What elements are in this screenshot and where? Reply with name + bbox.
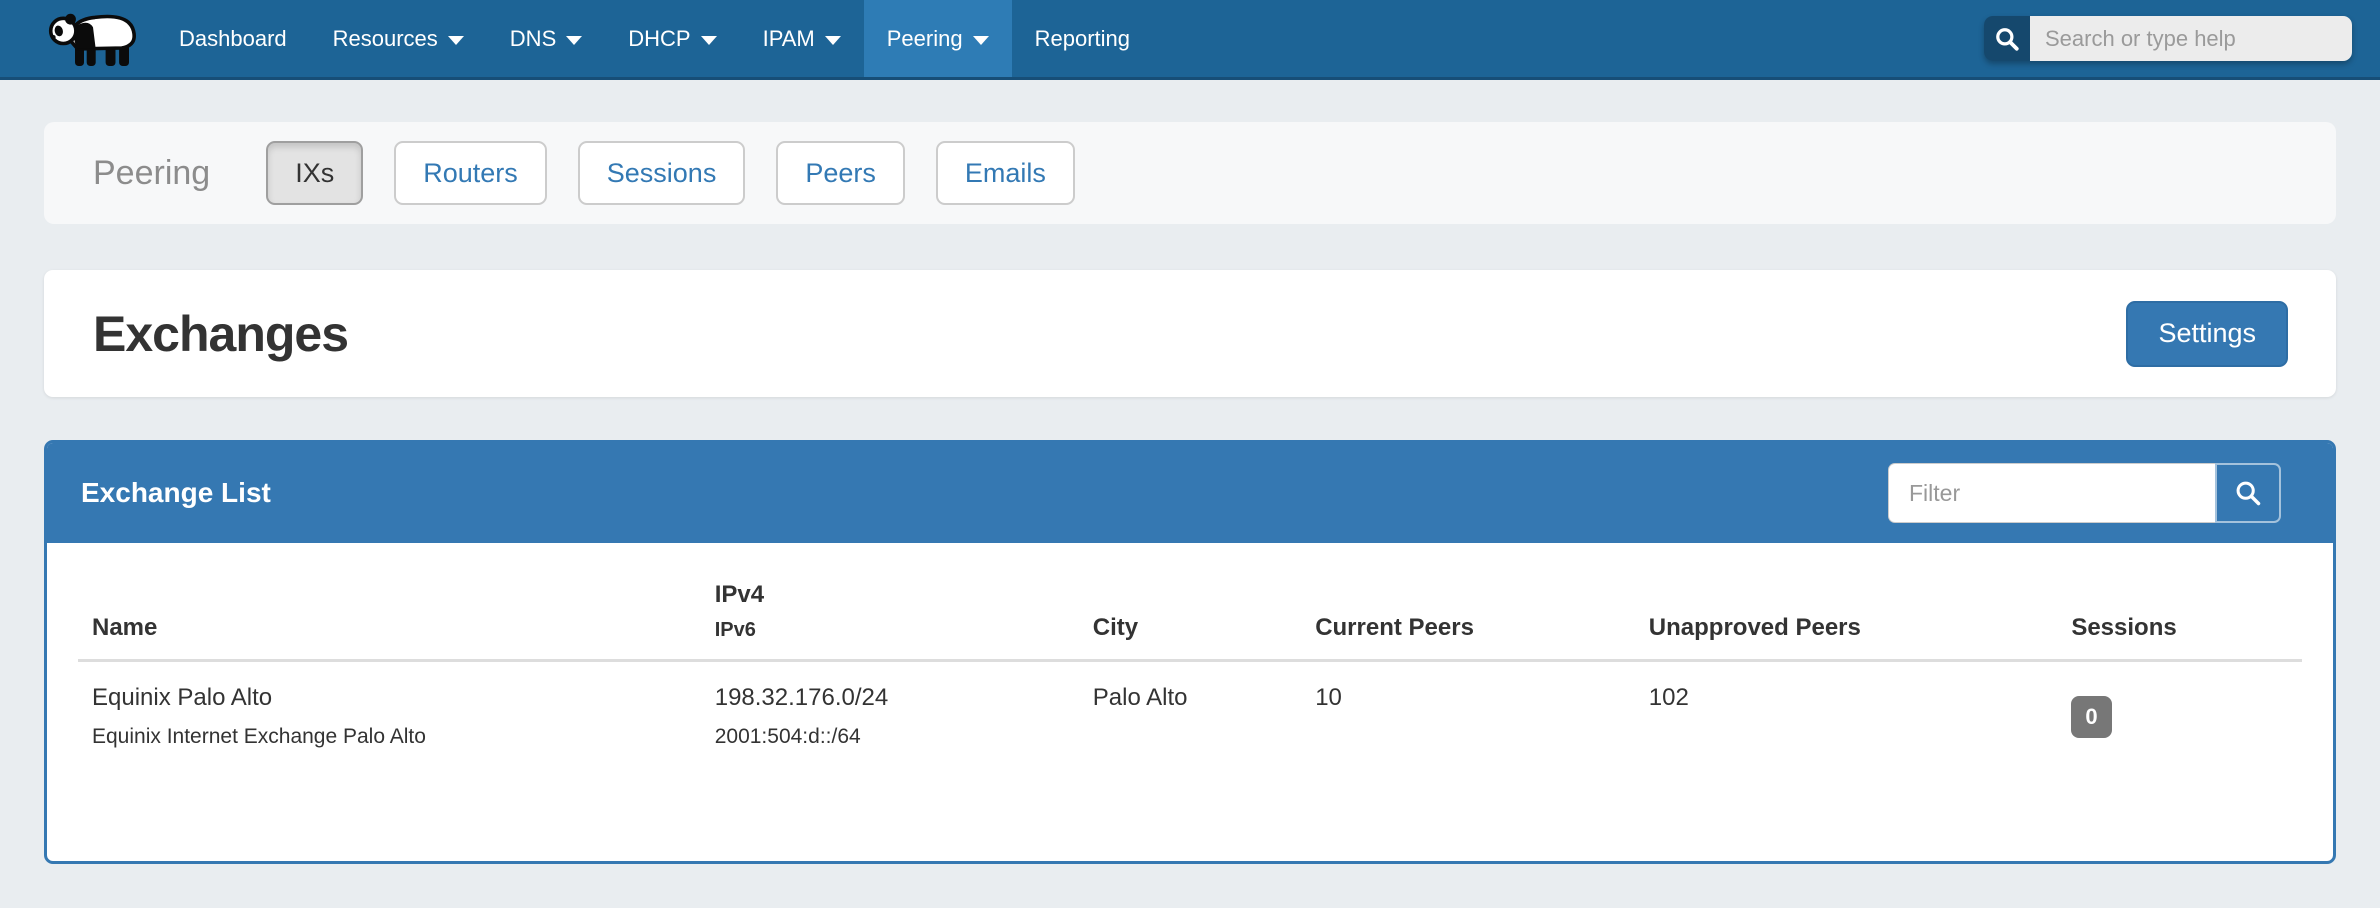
search-icon: [1994, 26, 2020, 52]
nav-item-resources[interactable]: Resources: [310, 0, 487, 77]
cell-ip: 198.32.176.0/24 2001:504:d::/64: [701, 661, 1079, 760]
column-header-current-peers: Current Peers: [1301, 567, 1635, 661]
nav-item-dns[interactable]: DNS: [487, 0, 605, 77]
nav-label: DHCP: [628, 26, 690, 52]
emails-button[interactable]: Emails: [936, 141, 1075, 205]
exchange-list-panel: Exchange List Name IPv4 I: [44, 440, 2336, 864]
column-header-ipv4: IPv4: [715, 581, 1065, 609]
sessions-button[interactable]: Sessions: [578, 141, 746, 205]
chevron-down-icon: [701, 36, 717, 45]
panel-title: Exchange List: [81, 477, 271, 509]
exchange-ipv6: 2001:504:d::/64: [715, 725, 1065, 749]
peers-button[interactable]: Peers: [776, 141, 905, 205]
chevron-down-icon: [973, 36, 989, 45]
column-header-ipv6: IPv6: [715, 619, 1065, 642]
nav-label: DNS: [510, 26, 556, 52]
routers-button[interactable]: Routers: [394, 141, 547, 205]
column-header-name: Name: [78, 567, 701, 661]
column-header-sessions: Sessions: [2057, 567, 2302, 661]
nav-item-peering[interactable]: Peering: [864, 0, 1012, 77]
filter-input[interactable]: [1888, 463, 2215, 523]
ixs-button[interactable]: IXs: [266, 141, 363, 205]
table-row[interactable]: Equinix Palo Alto Equinix Internet Excha…: [78, 661, 2302, 760]
top-navbar: Dashboard Resources DNS DHCP IPAM Peerin…: [0, 0, 2380, 80]
exchange-ipv4: 198.32.176.0/24: [715, 684, 1065, 712]
nav-label: Resources: [333, 26, 438, 52]
column-header-unapproved-peers: Unapproved Peers: [1635, 567, 2058, 661]
main-nav: Dashboard Resources DNS DHCP IPAM Peerin…: [156, 0, 1153, 77]
nav-item-reporting[interactable]: Reporting: [1012, 0, 1153, 77]
global-search: [1984, 16, 2352, 61]
cell-name: Equinix Palo Alto Equinix Internet Excha…: [78, 661, 701, 760]
toolbar-buttons: IXs Routers Sessions Peers Emails: [266, 141, 1075, 205]
panda-icon: [48, 9, 138, 69]
exchange-table-body: Name IPv4 IPv6 City Current Peers Unappr…: [47, 543, 2333, 861]
table-header-row: Name IPv4 IPv6 City Current Peers Unappr…: [78, 567, 2302, 661]
nav-item-ipam[interactable]: IPAM: [740, 0, 864, 77]
nav-item-dashboard[interactable]: Dashboard: [156, 0, 310, 77]
nav-label: IPAM: [763, 26, 815, 52]
column-header-ip: IPv4 IPv6: [701, 567, 1079, 661]
nav-label: Peering: [887, 26, 963, 52]
search-icon: [2234, 479, 2262, 507]
exchange-long-name: Equinix Internet Exchange Palo Alto: [92, 725, 687, 749]
chevron-down-icon: [825, 36, 841, 45]
filter-search-button[interactable]: [2215, 463, 2281, 523]
cell-sessions: 0: [2057, 661, 2302, 760]
column-header-city: City: [1079, 567, 1301, 661]
nav-label: Dashboard: [179, 26, 287, 52]
nav-item-dhcp[interactable]: DHCP: [605, 0, 739, 77]
toolbar-title: Peering: [93, 154, 210, 193]
settings-button[interactable]: Settings: [2126, 301, 2288, 367]
cell-city: Palo Alto: [1079, 661, 1301, 760]
global-search-input[interactable]: [2030, 16, 2352, 61]
exchange-table: Name IPv4 IPv6 City Current Peers Unappr…: [78, 567, 2302, 759]
chevron-down-icon: [448, 36, 464, 45]
panda-logo[interactable]: [48, 0, 138, 77]
cell-unapproved-peers: 102: [1635, 661, 2058, 760]
chevron-down-icon: [566, 36, 582, 45]
page-header-card: Exchanges Settings: [44, 270, 2336, 397]
nav-label: Reporting: [1035, 26, 1130, 52]
filter-group: [1888, 463, 2281, 523]
page-title: Exchanges: [93, 305, 348, 363]
exchange-list-header: Exchange List: [47, 443, 2333, 543]
cell-current-peers: 10: [1301, 661, 1635, 760]
peering-toolbar: Peering IXs Routers Sessions Peers Email…: [44, 122, 2336, 224]
exchange-name: Equinix Palo Alto: [92, 684, 687, 712]
sessions-count-badge[interactable]: 0: [2071, 696, 2111, 738]
global-search-button[interactable]: [1984, 16, 2030, 61]
